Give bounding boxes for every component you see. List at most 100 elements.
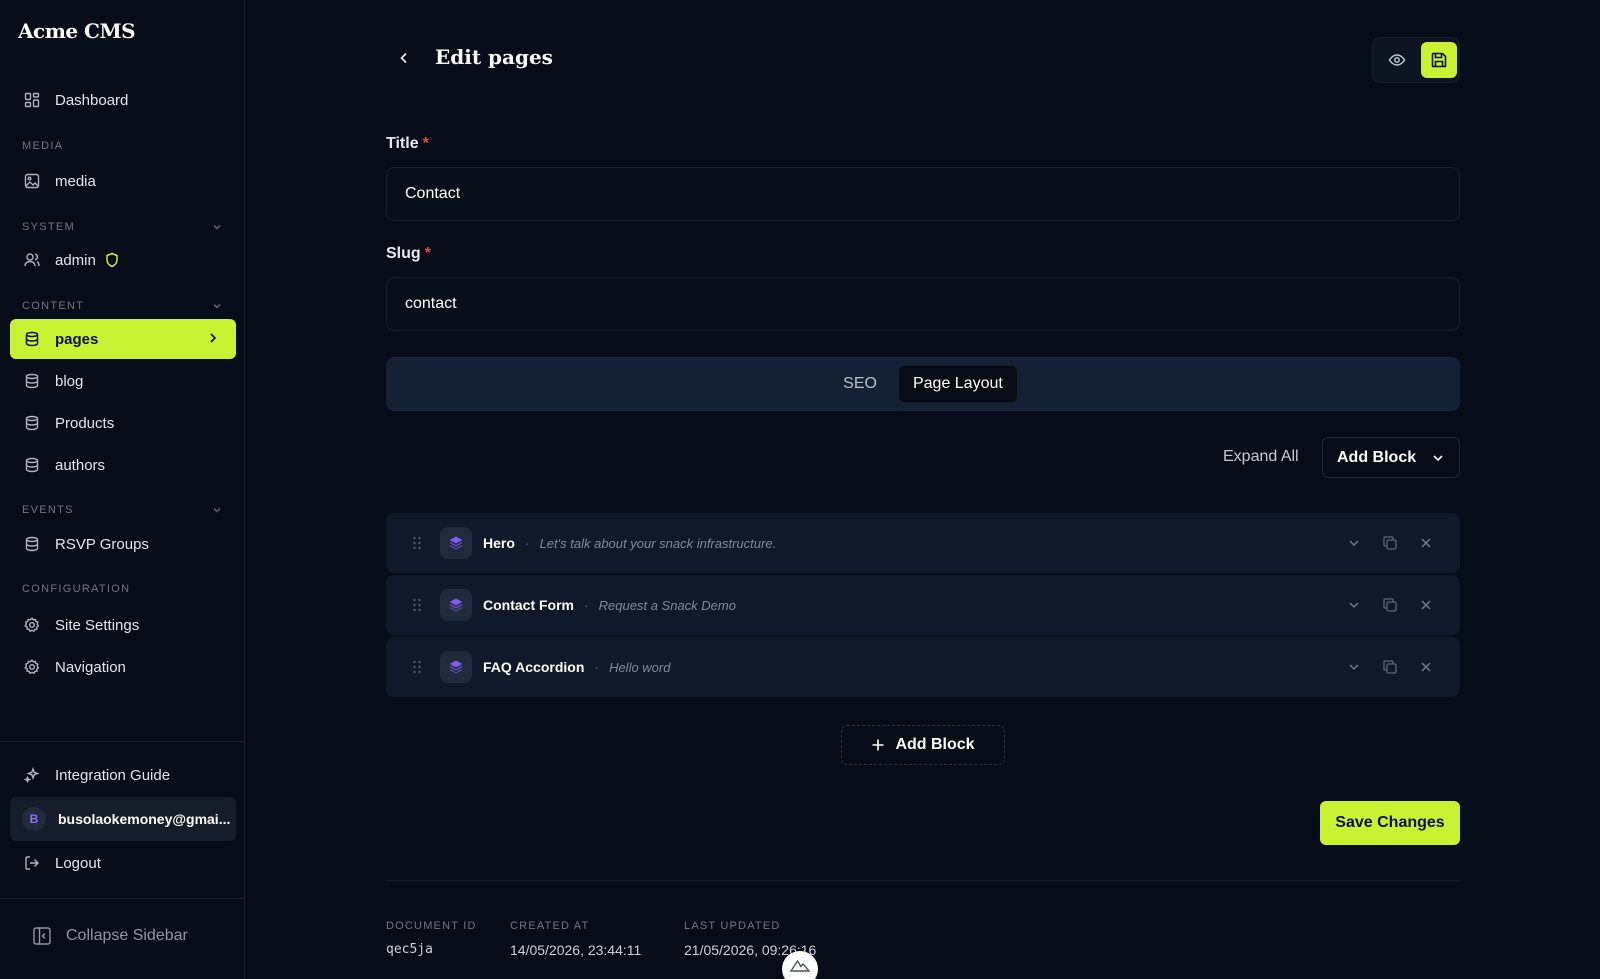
- block-separator: ·: [524, 535, 530, 551]
- section-label: CONTENT: [22, 300, 85, 312]
- section-events[interactable]: EVENTS: [22, 504, 222, 516]
- chevron-down-icon: [213, 304, 221, 309]
- section-system[interactable]: SYSTEM: [22, 221, 222, 233]
- back-button[interactable]: [394, 48, 414, 68]
- chevron-left-icon: [400, 52, 407, 64]
- save-changes-button[interactable]: Save Changes: [1320, 801, 1460, 845]
- section-media: MEDIA: [22, 140, 222, 152]
- add-block-dropdown[interactable]: Add Block: [1322, 437, 1460, 478]
- block-description: Let's talk about your snack infrastructu…: [539, 536, 777, 551]
- remove-block-button[interactable]: [1416, 596, 1436, 614]
- meta-label: CREATED AT: [510, 920, 590, 932]
- sidebar-item-products[interactable]: Products: [10, 403, 236, 443]
- sidebar-item-media[interactable]: media: [10, 161, 236, 201]
- expand-block-button[interactable]: [1344, 658, 1364, 676]
- chevron-down-icon: [213, 225, 221, 230]
- block-title: Contact Form · Request a Snack Demo: [483, 597, 736, 613]
- gear-icon: [23, 616, 41, 634]
- page-title: Edit pages: [435, 45, 553, 69]
- user-email: busolaokemoney@gmai...: [58, 811, 231, 827]
- remove-block-button[interactable]: [1416, 534, 1436, 552]
- database-icon: [23, 414, 41, 432]
- sidebar-item-label: Products: [55, 414, 115, 432]
- layers-icon: [440, 527, 472, 559]
- preview-button[interactable]: [1379, 42, 1415, 78]
- block-name: FAQ Accordion: [483, 659, 585, 675]
- sidebar-item-admin[interactable]: admin: [10, 240, 236, 280]
- logout-button[interactable]: Logout: [10, 843, 236, 883]
- sidebar-item-pages[interactable]: pages: [10, 319, 236, 359]
- sidebar-item-rsvp-groups[interactable]: RSVP Groups: [10, 524, 236, 564]
- user-account[interactable]: B busolaokemoney@gmai...: [10, 797, 236, 841]
- header-actions: [1372, 37, 1460, 83]
- meta-value: qec5ja: [386, 942, 433, 957]
- drag-handle-icon[interactable]: [412, 659, 422, 680]
- drag-handle-icon[interactable]: [412, 535, 422, 556]
- expand-block-button[interactable]: [1344, 534, 1364, 552]
- eye-icon: [1388, 54, 1406, 66]
- nuxt-devtools-button[interactable]: [782, 951, 818, 979]
- integration-guide-link[interactable]: Integration Guide: [10, 755, 236, 795]
- sidebar-item-label: admin: [55, 251, 96, 269]
- meta-value: 14/05/2026, 23:44:11: [510, 942, 642, 958]
- tab-seo[interactable]: SEO: [829, 366, 891, 402]
- section-label: SYSTEM: [22, 221, 76, 233]
- section-label: MEDIA: [22, 140, 64, 152]
- plus-icon: [872, 739, 884, 751]
- add-block-label: Add Block: [895, 736, 975, 753]
- chevron-down-icon: [1349, 540, 1359, 547]
- block-name: Hero: [483, 535, 515, 551]
- brand-logo: Acme CMS: [18, 19, 136, 43]
- block-separator: ·: [594, 659, 600, 675]
- save-icon: [1431, 52, 1447, 68]
- block-name: Contact Form: [483, 597, 574, 613]
- sidebar-item-blog[interactable]: blog: [10, 361, 236, 401]
- divider: [0, 898, 245, 899]
- chevron-down-icon: [1349, 664, 1359, 671]
- sidebar-item-dashboard[interactable]: Dashboard: [10, 80, 236, 120]
- sidebar: Acme CMS Dashboard MEDIA media SYSTEM ad…: [0, 0, 245, 979]
- remove-block-button[interactable]: [1416, 658, 1436, 676]
- sidebar-item-navigation[interactable]: Navigation: [10, 647, 236, 687]
- expand-all-button[interactable]: Expand All: [1223, 448, 1299, 466]
- layout-block[interactable]: Contact Form · Request a Snack Demo: [386, 575, 1460, 635]
- shield-icon: [104, 252, 120, 268]
- block-description: Request a Snack Demo: [598, 598, 736, 613]
- close-icon: [1421, 538, 1431, 548]
- slug-input[interactable]: contact: [386, 277, 1460, 331]
- copy-icon: [1383, 660, 1397, 674]
- avatar: B: [22, 807, 46, 831]
- duplicate-block-button[interactable]: [1380, 534, 1400, 552]
- expand-block-button[interactable]: [1344, 596, 1364, 614]
- sidebar-item-label: RSVP Groups: [55, 535, 149, 553]
- divider: [0, 741, 245, 742]
- tab-page-layout[interactable]: Page Layout: [898, 366, 1017, 402]
- sidebar-item-label: media: [55, 172, 96, 190]
- image-icon: [23, 172, 41, 190]
- block-description: Hello word: [609, 660, 671, 675]
- drag-handle-icon[interactable]: [412, 597, 422, 618]
- sidebar-item-label: pages: [55, 330, 99, 348]
- sidebar-item-label: Navigation: [55, 658, 126, 676]
- quick-save-button[interactable]: [1421, 42, 1457, 78]
- title-input[interactable]: Contact: [386, 167, 1460, 221]
- block-separator: ·: [584, 597, 589, 613]
- duplicate-block-button[interactable]: [1380, 596, 1400, 614]
- sidebar-toggle-icon: [32, 926, 52, 946]
- meta-label: DOCUMENT ID: [386, 920, 477, 932]
- required-mark: *: [422, 135, 429, 152]
- add-block-button[interactable]: Add Block: [841, 725, 1005, 765]
- layout-block[interactable]: Hero · Let's talk about your snack infrast…: [386, 513, 1460, 573]
- sidebar-item-authors[interactable]: authors: [10, 445, 236, 485]
- add-block-dropdown-label: Add Block: [1337, 448, 1417, 466]
- duplicate-block-button[interactable]: [1380, 658, 1400, 676]
- sidebar-item-label: blog: [55, 372, 84, 390]
- layout-block[interactable]: FAQ Accordion · Hello word: [386, 637, 1460, 697]
- copy-icon: [1383, 598, 1397, 612]
- block-actions: [1344, 658, 1436, 676]
- layers-icon: [440, 589, 472, 621]
- section-content[interactable]: CONTENT: [22, 300, 222, 312]
- sidebar-item-site-settings[interactable]: Site Settings: [10, 605, 236, 645]
- block-actions: [1344, 534, 1436, 552]
- collapse-sidebar-button[interactable]: Collapse Sidebar: [32, 926, 188, 946]
